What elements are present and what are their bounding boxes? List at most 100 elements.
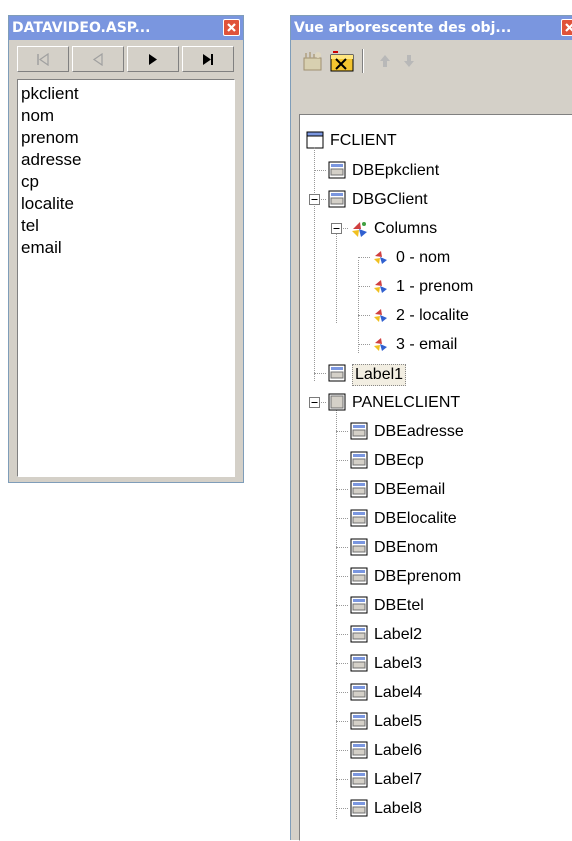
tree-node-label: DBEemail — [374, 481, 446, 498]
tree-connector — [314, 373, 326, 374]
close-icon[interactable] — [561, 19, 572, 36]
list-item[interactable]: nom — [21, 105, 234, 127]
collapse-icon[interactable] — [309, 397, 320, 408]
dataset-window: DATAVIDEO.ASP... pkclient nom prenom adr… — [8, 15, 244, 483]
control-icon — [350, 683, 368, 706]
list-item[interactable]: prenom — [21, 127, 234, 149]
tree-node-label: Label5 — [374, 713, 423, 730]
tree-node-label: 3 - email — [396, 336, 458, 353]
control-icon — [350, 567, 368, 590]
tree-connector — [314, 170, 326, 171]
tree-connector — [358, 257, 370, 258]
play-icon — [149, 54, 157, 65]
tree-node-label: DBEprenom — [374, 568, 462, 585]
control-icon — [328, 364, 346, 387]
record-navigator — [17, 46, 235, 72]
list-item[interactable]: tel — [21, 215, 234, 237]
object-tree-window: Vue arborescente des obj... FCLIENT DBEp… — [290, 15, 572, 841]
dataset-window-title: DATAVIDEO.ASP... — [12, 20, 151, 36]
tree-connector — [336, 605, 348, 606]
tree-node-label: DBEtel — [374, 597, 424, 614]
tree-node-label: Label8 — [374, 800, 423, 817]
tree-node-label: FCLIENT — [330, 132, 397, 149]
new-object-icon[interactable] — [301, 49, 325, 78]
tree-node-label: DBEnom — [374, 539, 439, 556]
tree-connector — [336, 518, 348, 519]
control-icon — [328, 161, 346, 184]
list-item[interactable]: localite — [21, 193, 234, 215]
object-tree-toolbar — [291, 41, 572, 79]
tree-connector — [336, 634, 348, 635]
tree-node-label: DBElocalite — [374, 510, 457, 527]
control-icon — [350, 509, 368, 532]
object-tree[interactable]: FCLIENT DBEpkclient DBGClient Columns 0 - n… — [299, 114, 572, 841]
tree-node-label: 2 - localite — [396, 307, 469, 324]
tree-connector — [358, 344, 370, 345]
next-record-button[interactable] — [127, 46, 179, 72]
column-icon — [372, 277, 390, 300]
list-item[interactable]: pkclient — [21, 83, 234, 105]
tree-connector — [336, 405, 337, 819]
object-tree-titlebar[interactable]: Vue arborescente des obj... — [291, 16, 572, 40]
previous-record-icon — [92, 53, 103, 66]
tree-connector — [314, 147, 315, 381]
panel-icon — [328, 393, 346, 416]
tree-connector — [358, 260, 359, 353]
tree-node-label: DBEadresse — [374, 423, 464, 440]
control-icon — [350, 451, 368, 474]
move-up-icon[interactable] — [377, 53, 393, 74]
tree-connector — [336, 779, 348, 780]
move-down-icon[interactable] — [401, 53, 417, 74]
tree-connector — [358, 286, 370, 287]
tree-node-label: Label7 — [374, 771, 423, 788]
tree-node-label: Label1 — [352, 364, 407, 386]
tree-connector — [358, 315, 370, 316]
column-icon — [372, 306, 390, 329]
column-icon — [372, 248, 390, 271]
tree-node-label: DBEcp — [374, 452, 424, 469]
columns-icon — [350, 219, 370, 244]
control-icon — [328, 190, 346, 213]
tree-node-label: Label6 — [374, 742, 423, 759]
control-icon — [350, 654, 368, 677]
dataset-window-titlebar[interactable]: DATAVIDEO.ASP... — [9, 16, 243, 40]
first-record-button[interactable] — [17, 46, 69, 72]
column-icon — [372, 335, 390, 358]
tree-connector — [336, 576, 348, 577]
list-item[interactable]: cp — [21, 171, 234, 193]
tree-node-label: Label3 — [374, 655, 423, 672]
last-record-icon — [203, 54, 213, 65]
tree-node-label: 0 - nom — [396, 249, 451, 266]
control-icon — [350, 596, 368, 619]
toolbar-separator — [362, 49, 364, 73]
collapse-icon[interactable] — [309, 194, 320, 205]
tree-connector — [336, 721, 348, 722]
tree-node-label: DBGClient — [352, 191, 428, 208]
list-item[interactable]: email — [21, 237, 234, 259]
tree-connector — [336, 547, 348, 548]
tree-connector — [336, 750, 348, 751]
tree-connector — [336, 233, 337, 323]
close-icon[interactable] — [223, 19, 240, 36]
previous-record-button[interactable] — [72, 46, 124, 72]
control-icon — [350, 741, 368, 764]
delete-object-icon[interactable] — [329, 49, 355, 78]
tree-connector — [336, 431, 348, 432]
list-item[interactable]: adresse — [21, 149, 234, 171]
control-icon — [350, 538, 368, 561]
last-record-button[interactable] — [182, 46, 234, 72]
tree-node-label: 1 - prenom — [396, 278, 474, 295]
tree-connector — [336, 692, 348, 693]
form-icon — [306, 131, 324, 149]
tree-connector — [336, 489, 348, 490]
tree-node-label: Label2 — [374, 626, 423, 643]
field-list[interactable]: pkclient nom prenom adresse cp localite … — [17, 79, 235, 477]
first-record-icon — [37, 53, 49, 66]
control-icon — [350, 625, 368, 648]
control-icon — [350, 799, 368, 822]
tree-connector — [336, 808, 348, 809]
tree-node-label: Label4 — [374, 684, 423, 701]
object-tree-title: Vue arborescente des obj... — [294, 20, 512, 36]
collapse-icon[interactable] — [331, 223, 342, 234]
control-icon — [350, 422, 368, 445]
